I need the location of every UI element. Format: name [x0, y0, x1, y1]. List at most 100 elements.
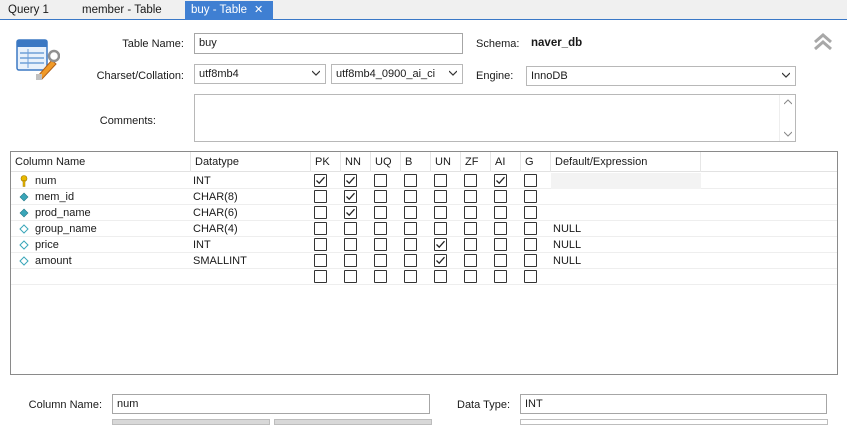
ai-checkbox[interactable] [494, 190, 507, 203]
ai-checkbox[interactable] [494, 270, 507, 283]
nn-checkbox[interactable] [344, 270, 357, 283]
default-expression-cell[interactable] [551, 189, 701, 205]
pk-checkbox[interactable] [314, 190, 327, 203]
b-checkbox[interactable] [404, 238, 417, 251]
un-checkbox[interactable] [434, 238, 447, 251]
un-checkbox[interactable] [434, 270, 447, 283]
un-checkbox[interactable] [434, 222, 447, 235]
comments-scrollbar[interactable] [779, 95, 795, 141]
zf-checkbox[interactable] [464, 270, 477, 283]
close-icon[interactable]: ✕ [254, 4, 263, 16]
column-name-cell[interactable]: mem_id [35, 189, 74, 205]
b-checkbox[interactable] [404, 270, 417, 283]
uq-checkbox[interactable] [374, 222, 387, 235]
uq-checkbox[interactable] [374, 174, 387, 187]
column-name-cell[interactable]: amount [35, 253, 72, 269]
zf-checkbox[interactable] [464, 190, 477, 203]
ai-checkbox[interactable] [494, 254, 507, 267]
column-name-cell[interactable]: price [35, 237, 59, 253]
column-name-cell[interactable]: prod_name [35, 205, 91, 221]
pk-checkbox[interactable] [314, 270, 327, 283]
charset-field-partial[interactable] [274, 419, 432, 425]
header-un[interactable]: UN [431, 152, 461, 172]
ai-checkbox[interactable] [494, 174, 507, 187]
engine-select[interactable]: InnoDB [526, 66, 796, 86]
scroll-up-icon[interactable] [784, 99, 792, 105]
header-b[interactable]: B [401, 152, 431, 172]
nn-checkbox[interactable] [344, 238, 357, 251]
scroll-down-icon[interactable] [784, 131, 792, 137]
table-row[interactable]: num INT [11, 173, 837, 189]
datatype-cell[interactable]: CHAR(6) [193, 205, 238, 221]
pk-checkbox[interactable] [314, 206, 327, 219]
datatype-cell[interactable]: INT [193, 173, 211, 189]
table-row[interactable]: price INT NULL [11, 237, 837, 253]
pk-checkbox[interactable] [314, 222, 327, 235]
zf-checkbox[interactable] [464, 222, 477, 235]
header-default-expression[interactable]: Default/Expression [551, 152, 701, 172]
collation-field-partial[interactable] [112, 419, 270, 425]
g-checkbox[interactable] [524, 190, 537, 203]
column-name-cell[interactable]: num [35, 173, 56, 189]
ai-checkbox[interactable] [494, 206, 507, 219]
column-name-cell[interactable]: group_name [35, 221, 97, 237]
g-checkbox[interactable] [524, 222, 537, 235]
un-checkbox[interactable] [434, 254, 447, 267]
un-checkbox[interactable] [434, 206, 447, 219]
data-type-input[interactable]: INT [520, 394, 827, 414]
collapse-up-icon[interactable] [812, 32, 834, 52]
column-name-input[interactable]: num [112, 394, 430, 414]
datatype-cell[interactable]: INT [193, 237, 211, 253]
pk-checkbox[interactable] [314, 174, 327, 187]
header-pk[interactable]: PK [311, 152, 341, 172]
ai-checkbox[interactable] [494, 238, 507, 251]
zf-checkbox[interactable] [464, 206, 477, 219]
header-column-name[interactable]: Column Name [11, 152, 191, 172]
tab-query-1[interactable]: Query 1 [2, 1, 55, 20]
charset-select[interactable]: utf8mb4 [194, 64, 326, 84]
g-checkbox[interactable] [524, 238, 537, 251]
default-expression-cell[interactable] [551, 269, 701, 285]
pk-checkbox[interactable] [314, 254, 327, 267]
uq-checkbox[interactable] [374, 254, 387, 267]
header-datatype[interactable]: Datatype [191, 152, 311, 172]
header-uq[interactable]: UQ [371, 152, 401, 172]
uq-checkbox[interactable] [374, 270, 387, 283]
zf-checkbox[interactable] [464, 254, 477, 267]
default-field-partial[interactable] [520, 419, 828, 425]
tab-member-table[interactable]: member - Table [76, 1, 168, 20]
g-checkbox[interactable] [524, 206, 537, 219]
uq-checkbox[interactable] [374, 206, 387, 219]
g-checkbox[interactable] [524, 174, 537, 187]
columns-grid[interactable]: Column Name Datatype PK NN UQ B UN ZF AI… [10, 151, 838, 375]
b-checkbox[interactable] [404, 190, 417, 203]
table-name-input[interactable]: buy [194, 33, 463, 54]
b-checkbox[interactable] [404, 254, 417, 267]
datatype-cell[interactable]: SMALLINT [193, 253, 247, 269]
ai-checkbox[interactable] [494, 222, 507, 235]
default-expression-cell[interactable] [551, 173, 701, 189]
uq-checkbox[interactable] [374, 238, 387, 251]
pk-checkbox[interactable] [314, 238, 327, 251]
table-row[interactable]: amount SMALLINT NULL [11, 253, 837, 269]
table-row[interactable] [11, 269, 837, 285]
uq-checkbox[interactable] [374, 190, 387, 203]
default-expression-cell[interactable]: NULL [551, 237, 701, 253]
b-checkbox[interactable] [404, 206, 417, 219]
header-nn[interactable]: NN [341, 152, 371, 172]
default-expression-cell[interactable] [551, 205, 701, 221]
un-checkbox[interactable] [434, 190, 447, 203]
default-expression-cell[interactable]: NULL [551, 221, 701, 237]
nn-checkbox[interactable] [344, 254, 357, 267]
zf-checkbox[interactable] [464, 238, 477, 251]
header-g[interactable]: G [521, 152, 551, 172]
collation-select[interactable]: utf8mb4_0900_ai_ci [331, 64, 463, 84]
header-ai[interactable]: AI [491, 152, 521, 172]
g-checkbox[interactable] [524, 270, 537, 283]
datatype-cell[interactable]: CHAR(8) [193, 189, 238, 205]
table-row[interactable]: prod_name CHAR(6) [11, 205, 837, 221]
zf-checkbox[interactable] [464, 174, 477, 187]
nn-checkbox[interactable] [344, 206, 357, 219]
header-zf[interactable]: ZF [461, 152, 491, 172]
b-checkbox[interactable] [404, 222, 417, 235]
